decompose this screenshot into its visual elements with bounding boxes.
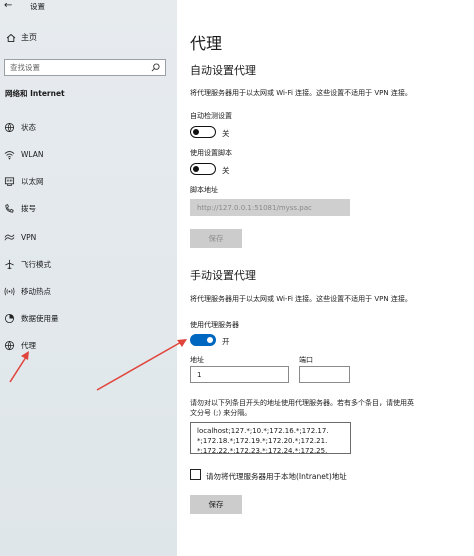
intranet-label: 请勿将代理服务器用于本地(Intranet)地址 [206, 472, 347, 481]
search-icon [151, 63, 160, 72]
sidebar: ← 设置 主页 查找设置 网络和 Internet 状态 WLAN 以太网 拨号… [0, 0, 177, 556]
home-label: 主页 [21, 33, 37, 42]
data-usage-icon [4, 313, 15, 323]
manual-proxy-heading: 手动设置代理 [190, 269, 256, 282]
auto-detect-state: 关 [222, 129, 230, 138]
globe-status-icon [4, 122, 15, 132]
sidebar-item-label: 移动热点 [21, 286, 51, 296]
window-title: 设置 [30, 2, 45, 11]
manual-save-button[interactable]: 保存 [190, 495, 242, 514]
proxy-port-field[interactable] [299, 366, 350, 383]
home-icon [6, 33, 16, 42]
search-placeholder: 查找设置 [10, 63, 40, 72]
sidebar-item-label: 以太网 [21, 176, 44, 186]
sidebar-item-ethernet[interactable]: 以太网 [4, 174, 44, 188]
use-proxy-label: 使用代理服务器 [190, 321, 239, 329]
wifi-icon [4, 150, 15, 159]
sidebar-item-label: 飞行模式 [21, 259, 51, 269]
sidebar-item-vpn[interactable]: VPN [4, 230, 36, 244]
auto-detect-label: 自动检测设置 [190, 112, 232, 120]
setup-script-toggle[interactable] [190, 163, 216, 175]
sidebar-item-label: WLAN [21, 149, 44, 159]
globe-icon [4, 340, 15, 350]
sidebar-item-data-usage[interactable]: 数据使用量 [4, 311, 59, 325]
setup-script-label: 使用设置脚本 [190, 149, 232, 157]
proxy-address-label: 地址 [190, 356, 204, 364]
back-button[interactable]: ← [4, 0, 12, 11]
sidebar-item-label: 代理 [21, 340, 36, 350]
use-proxy-state: 开 [222, 337, 230, 346]
exceptions-line: *;172.18.*;172.19.*;172.20.*;172.21. [197, 437, 328, 445]
phone-icon [5, 203, 14, 213]
exceptions-description-line2: 文分号 (;) 来分隔。 [190, 409, 252, 417]
ethernet-icon [4, 176, 15, 186]
setup-script-state: 关 [222, 166, 230, 175]
sidebar-item-dialup[interactable]: 拨号 [4, 201, 36, 215]
auto-proxy-heading: 自动设置代理 [190, 64, 256, 77]
proxy-port-label: 端口 [299, 356, 313, 364]
sidebar-item-hotspot[interactable]: 移动热点 [4, 284, 51, 298]
exceptions-line: *;172.22.*;172.23.*;172.24.*;172.25. [197, 447, 328, 454]
sidebar-item-status[interactable]: 状态 [4, 120, 36, 134]
search-input[interactable]: 查找设置 [4, 59, 166, 76]
script-address-label: 脚本地址 [190, 186, 218, 194]
page-title: 代理 [190, 34, 223, 53]
toggle-knob [193, 165, 199, 172]
manual-proxy-description: 将代理服务器用于以太网或 Wi-Fi 连接。这些设置不适用于 VPN 连接。 [190, 295, 412, 303]
vpn-icon [4, 234, 15, 240]
auto-save-button[interactable]: 保存 [190, 229, 242, 248]
exceptions-description-line1: 请勿对以下列条目开头的地址使用代理服务器。若有多个条目，请使用英 [190, 399, 414, 407]
sidebar-item-label: 状态 [21, 122, 36, 132]
proxy-address-field[interactable]: 1 [190, 366, 289, 383]
airplane-icon [5, 259, 14, 269]
auto-proxy-description: 将代理服务器用于以太网或 Wi-Fi 连接。这些设置不适用于 VPN 连接。 [190, 89, 412, 97]
hotspot-icon [4, 287, 15, 295]
exceptions-line: localhost;127.*;10.*;172.16.*;172.17. [197, 427, 329, 435]
sidebar-item-home[interactable]: 主页 [6, 32, 37, 43]
use-proxy-toggle[interactable] [190, 334, 216, 346]
toggle-knob [193, 128, 199, 135]
auto-detect-toggle[interactable] [190, 126, 216, 138]
sidebar-item-proxy[interactable]: 代理 [4, 338, 36, 352]
toggle-knob [207, 337, 213, 343]
intranet-checkbox[interactable] [190, 469, 201, 480]
sidebar-item-wlan[interactable]: WLAN [4, 147, 44, 161]
sidebar-item-label: 拨号 [21, 203, 36, 213]
sidebar-item-label: 数据使用量 [21, 313, 59, 323]
exceptions-textarea[interactable]: localhost;127.*;10.*;172.16.*;172.17. *;… [190, 422, 351, 454]
sidebar-item-airplane[interactable]: 飞行模式 [4, 257, 51, 271]
title-bar: ← 设置 [0, 0, 177, 14]
section-title: 网络和 Internet [5, 89, 65, 98]
sidebar-item-label: VPN [21, 232, 37, 242]
script-address-field[interactable]: http://127.0.0.1:51081/myss.pac [190, 199, 350, 216]
